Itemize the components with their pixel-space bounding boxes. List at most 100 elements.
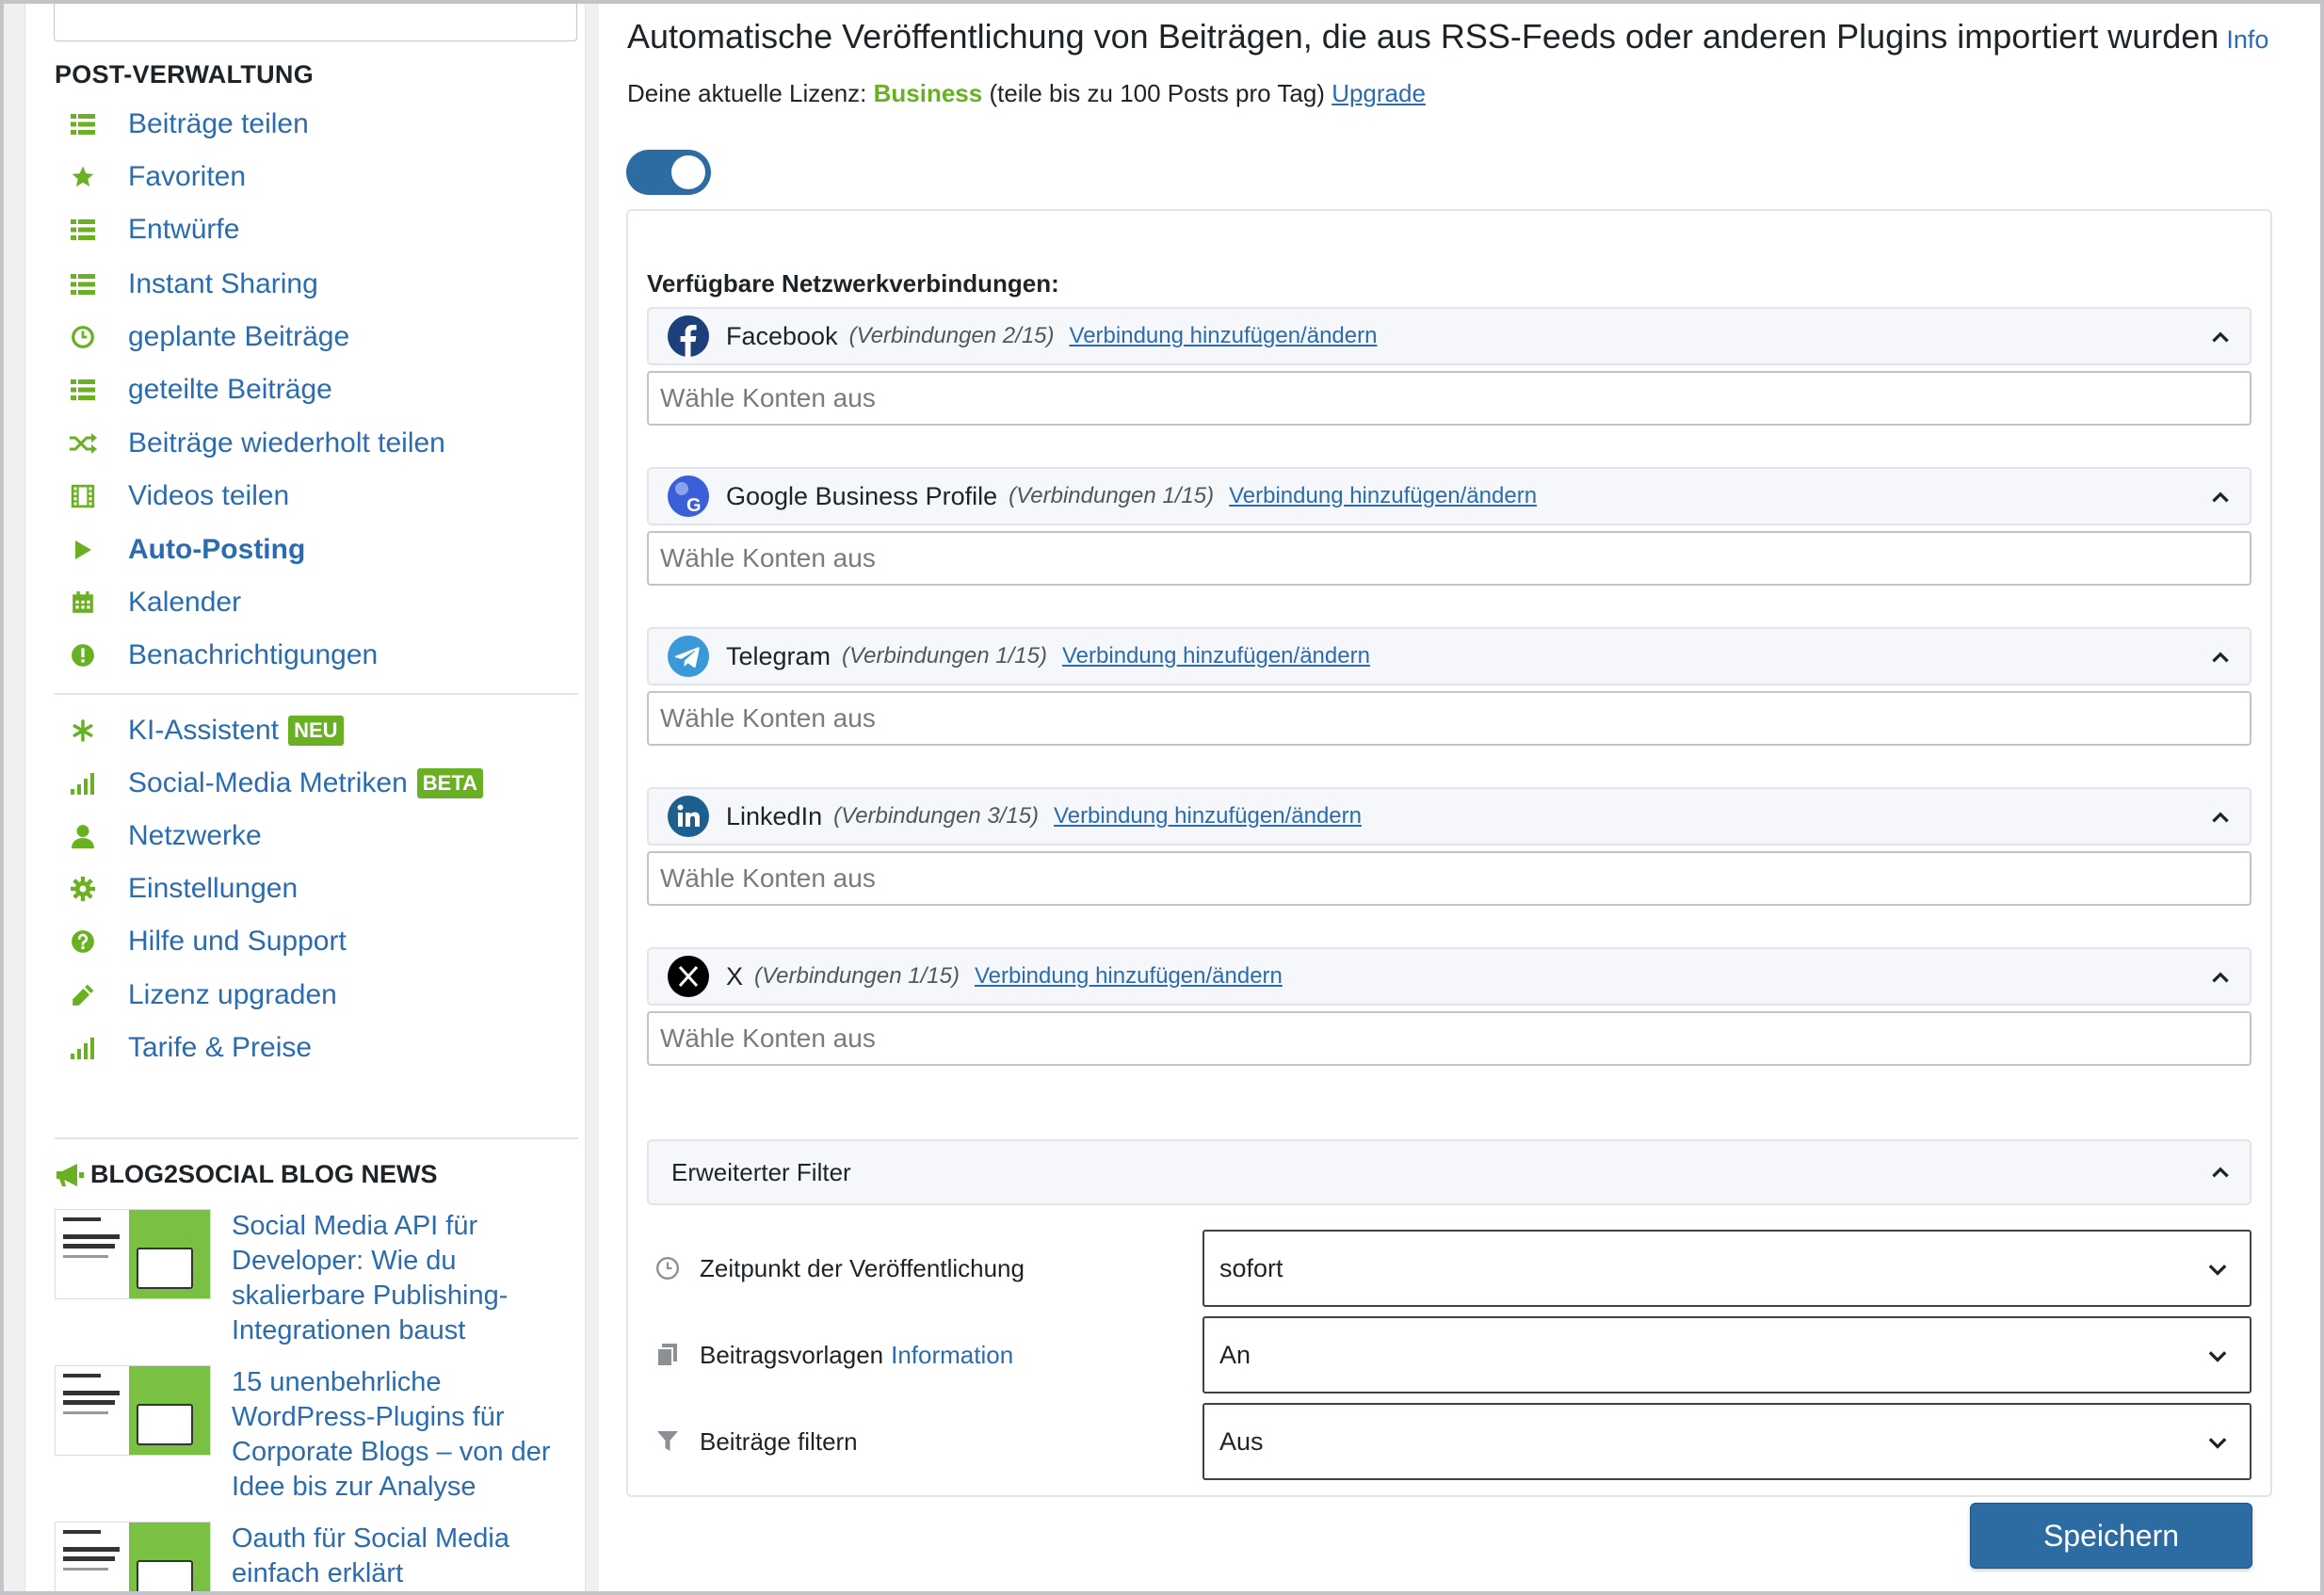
news-item[interactable]: Social Media API für Developer: Wie du s… [55,1209,563,1348]
news-item[interactable]: 15 unenbehrliche WordPress-Plugins für C… [55,1365,563,1505]
alert-icon [68,640,98,670]
add-connection-link[interactable]: Verbindung hinzufügen/ändern [1062,643,1370,669]
add-connection-link[interactable]: Verbindung hinzufügen/ändern [975,963,1283,990]
sidebar-item-hilfe-und-support[interactable]: Hilfe und Support [55,918,563,965]
user-icon [68,821,98,851]
option-row-publish-time: Zeitpunkt der Veröffentlichung sofort [647,1230,2251,1307]
news-item[interactable]: Oauth für Social Media einfach erklärt [55,1522,563,1591]
add-connection-link[interactable]: Verbindung hinzufügen/ändern [1070,323,1378,349]
license-plan: Business [873,79,983,107]
sidebar-item-einstellungen[interactable]: Einstellungen [55,865,563,912]
option-label: Zeitpunkt der Veröffentlichung [654,1230,1025,1307]
sidebar-item-beitraege-teilen[interactable]: Beiträge teilen [55,101,563,148]
network-count: (Verbindungen 3/15) [833,803,1040,829]
add-connection-link[interactable]: Verbindung hinzufügen/ändern [1054,803,1362,830]
copy-icon [654,1342,681,1368]
asterisk-icon [68,716,98,746]
extended-filter-title: Erweiterter Filter [671,1157,851,1186]
account-select-x[interactable]: Wähle Konten aus [647,1011,2251,1066]
network-header-google-business[interactable]: G Google Business Profile (Verbindungen … [647,467,2251,525]
chevron-up-icon[interactable] [2208,645,2233,669]
telegram-icon [668,636,709,677]
megaphone-icon [55,1163,85,1187]
sidebar-item-label: Social-Media Metriken [128,767,408,798]
linkedin-icon [668,796,709,837]
sidebar-item-tarife-preise[interactable]: Tarife & Preise [55,1024,563,1071]
top-widget[interactable] [54,4,577,41]
beta-badge: BETA [416,768,484,798]
sidebar: POST-VERWALTUNG Beiträge teilen Favorite… [24,4,586,1591]
license-suffix: (teile bis zu 100 Posts pro Tag) [989,79,1325,107]
account-select-telegram[interactable]: Wähle Konten aus [647,691,2251,746]
window-frame: POST-VERWALTUNG Beiträge teilen Favorite… [0,0,2324,1595]
account-select-facebook[interactable]: Wähle Konten aus [647,371,2251,426]
filter-posts-select[interactable]: Aus [1202,1403,2251,1480]
info-link[interactable]: Info [2226,25,2268,54]
option-row-filter-posts: Beiträge filtern Aus [647,1403,2251,1480]
chevron-up-icon[interactable] [2208,805,2233,830]
sidebar-item-kalender[interactable]: Kalender [55,579,563,626]
news-thumbnail [55,1522,211,1591]
sidebar-item-lizenz-upgraden[interactable]: Lizenz upgraden [55,972,563,1019]
news-title[interactable]: Oauth für Social Media einfach erklärt [232,1522,563,1591]
upgrade-link[interactable]: Upgrade [1331,79,1426,107]
chevron-up-icon[interactable] [2208,965,2233,990]
film-icon [68,481,98,511]
sidebar-divider [55,1137,578,1139]
option-row-post-templates: Beitragsvorlagen Information An [647,1316,2251,1394]
sidebar-item-label: Lizenz upgraden [128,979,337,1010]
sidebar-item-geteilte-beitraege[interactable]: geteilte Beiträge [55,366,563,413]
network-header-x[interactable]: X (Verbindungen 1/15) Verbindung hinzufü… [647,947,2251,1006]
sidebar-item-geplante-beitraege[interactable]: geplante Beiträge [55,314,563,361]
sidebar-item-label: KI-Assistent [128,715,280,746]
network-name: X [726,961,744,991]
calendar-icon [68,588,98,618]
sidebar-item-netzwerke[interactable]: Netzwerke [55,813,563,860]
auto-posting-toggle[interactable] [626,150,711,195]
sidebar-item-ki-assistent[interactable]: KI-Assistent NEU [55,707,563,754]
account-select-linkedin[interactable]: Wähle Konten aus [647,851,2251,906]
information-link[interactable]: Information [891,1341,1013,1370]
sidebar-item-favoriten[interactable]: Favoriten [55,153,563,201]
sidebar-item-benachrichtigungen[interactable]: Benachrichtigungen [55,632,563,679]
sidebar-item-entwuerfe[interactable]: Entwürfe [55,206,563,253]
bar-chart-icon [68,1033,98,1063]
star-icon [68,162,98,192]
sidebar-item-social-media-metriken[interactable]: Social-Media Metriken BETA [55,760,563,807]
sidebar-item-auto-posting[interactable]: Auto-Posting [55,526,563,573]
chevron-down-icon [2204,1344,2231,1370]
sidebar-item-label: Hilfe und Support [128,926,347,957]
google-business-icon: G [668,475,709,517]
news-title[interactable]: 15 unenbehrliche WordPress-Plugins für C… [232,1365,563,1505]
network-header-facebook[interactable]: Facebook (Verbindungen 2/15) Verbindung … [647,307,2251,365]
account-select-google-business[interactable]: Wähle Konten aus [647,531,2251,586]
network-header-linkedin[interactable]: LinkedIn (Verbindungen 3/15) Verbindung … [647,787,2251,846]
network-header-telegram[interactable]: Telegram (Verbindungen 1/15) Verbindung … [647,627,2251,685]
network-panel: Verfügbare Netzwerkverbindungen: Faceboo… [626,209,2272,1497]
new-badge: NEU [288,716,344,746]
network-count: (Verbindungen 1/15) [842,643,1047,669]
chevron-up-icon[interactable] [2208,485,2233,509]
select-value: Aus [1219,1426,1264,1456]
save-button[interactable]: Speichern [1970,1503,2252,1569]
sidebar-item-label: geplante Beiträge [128,321,350,352]
sidebar-item-wiederholt-teilen[interactable]: Beiträge wiederholt teilen [55,420,563,467]
sidebar-item-videos-teilen[interactable]: Videos teilen [55,473,563,520]
list-icon [68,269,98,299]
chevron-up-icon[interactable] [2208,325,2233,349]
question-icon [68,926,98,957]
publish-time-select[interactable]: sofort [1202,1230,2251,1307]
select-value: An [1219,1340,1251,1369]
sidebar-item-label: Entwürfe [128,214,240,245]
add-connection-link[interactable]: Verbindung hinzufügen/ändern [1229,483,1537,509]
news-title[interactable]: Social Media API für Developer: Wie du s… [232,1209,563,1348]
sidebar-item-label: Videos teilen [128,480,290,511]
network-name: Google Business Profile [726,481,998,510]
chevron-up-icon[interactable] [2208,1160,2233,1184]
list-icon [68,215,98,245]
news-thumbnail [55,1209,211,1299]
post-templates-select[interactable]: An [1202,1316,2251,1394]
extended-filter-header[interactable]: Erweiterter Filter [647,1139,2251,1205]
sidebar-item-instant-sharing[interactable]: Instant Sharing [55,261,563,308]
svg-text:G: G [686,495,702,516]
